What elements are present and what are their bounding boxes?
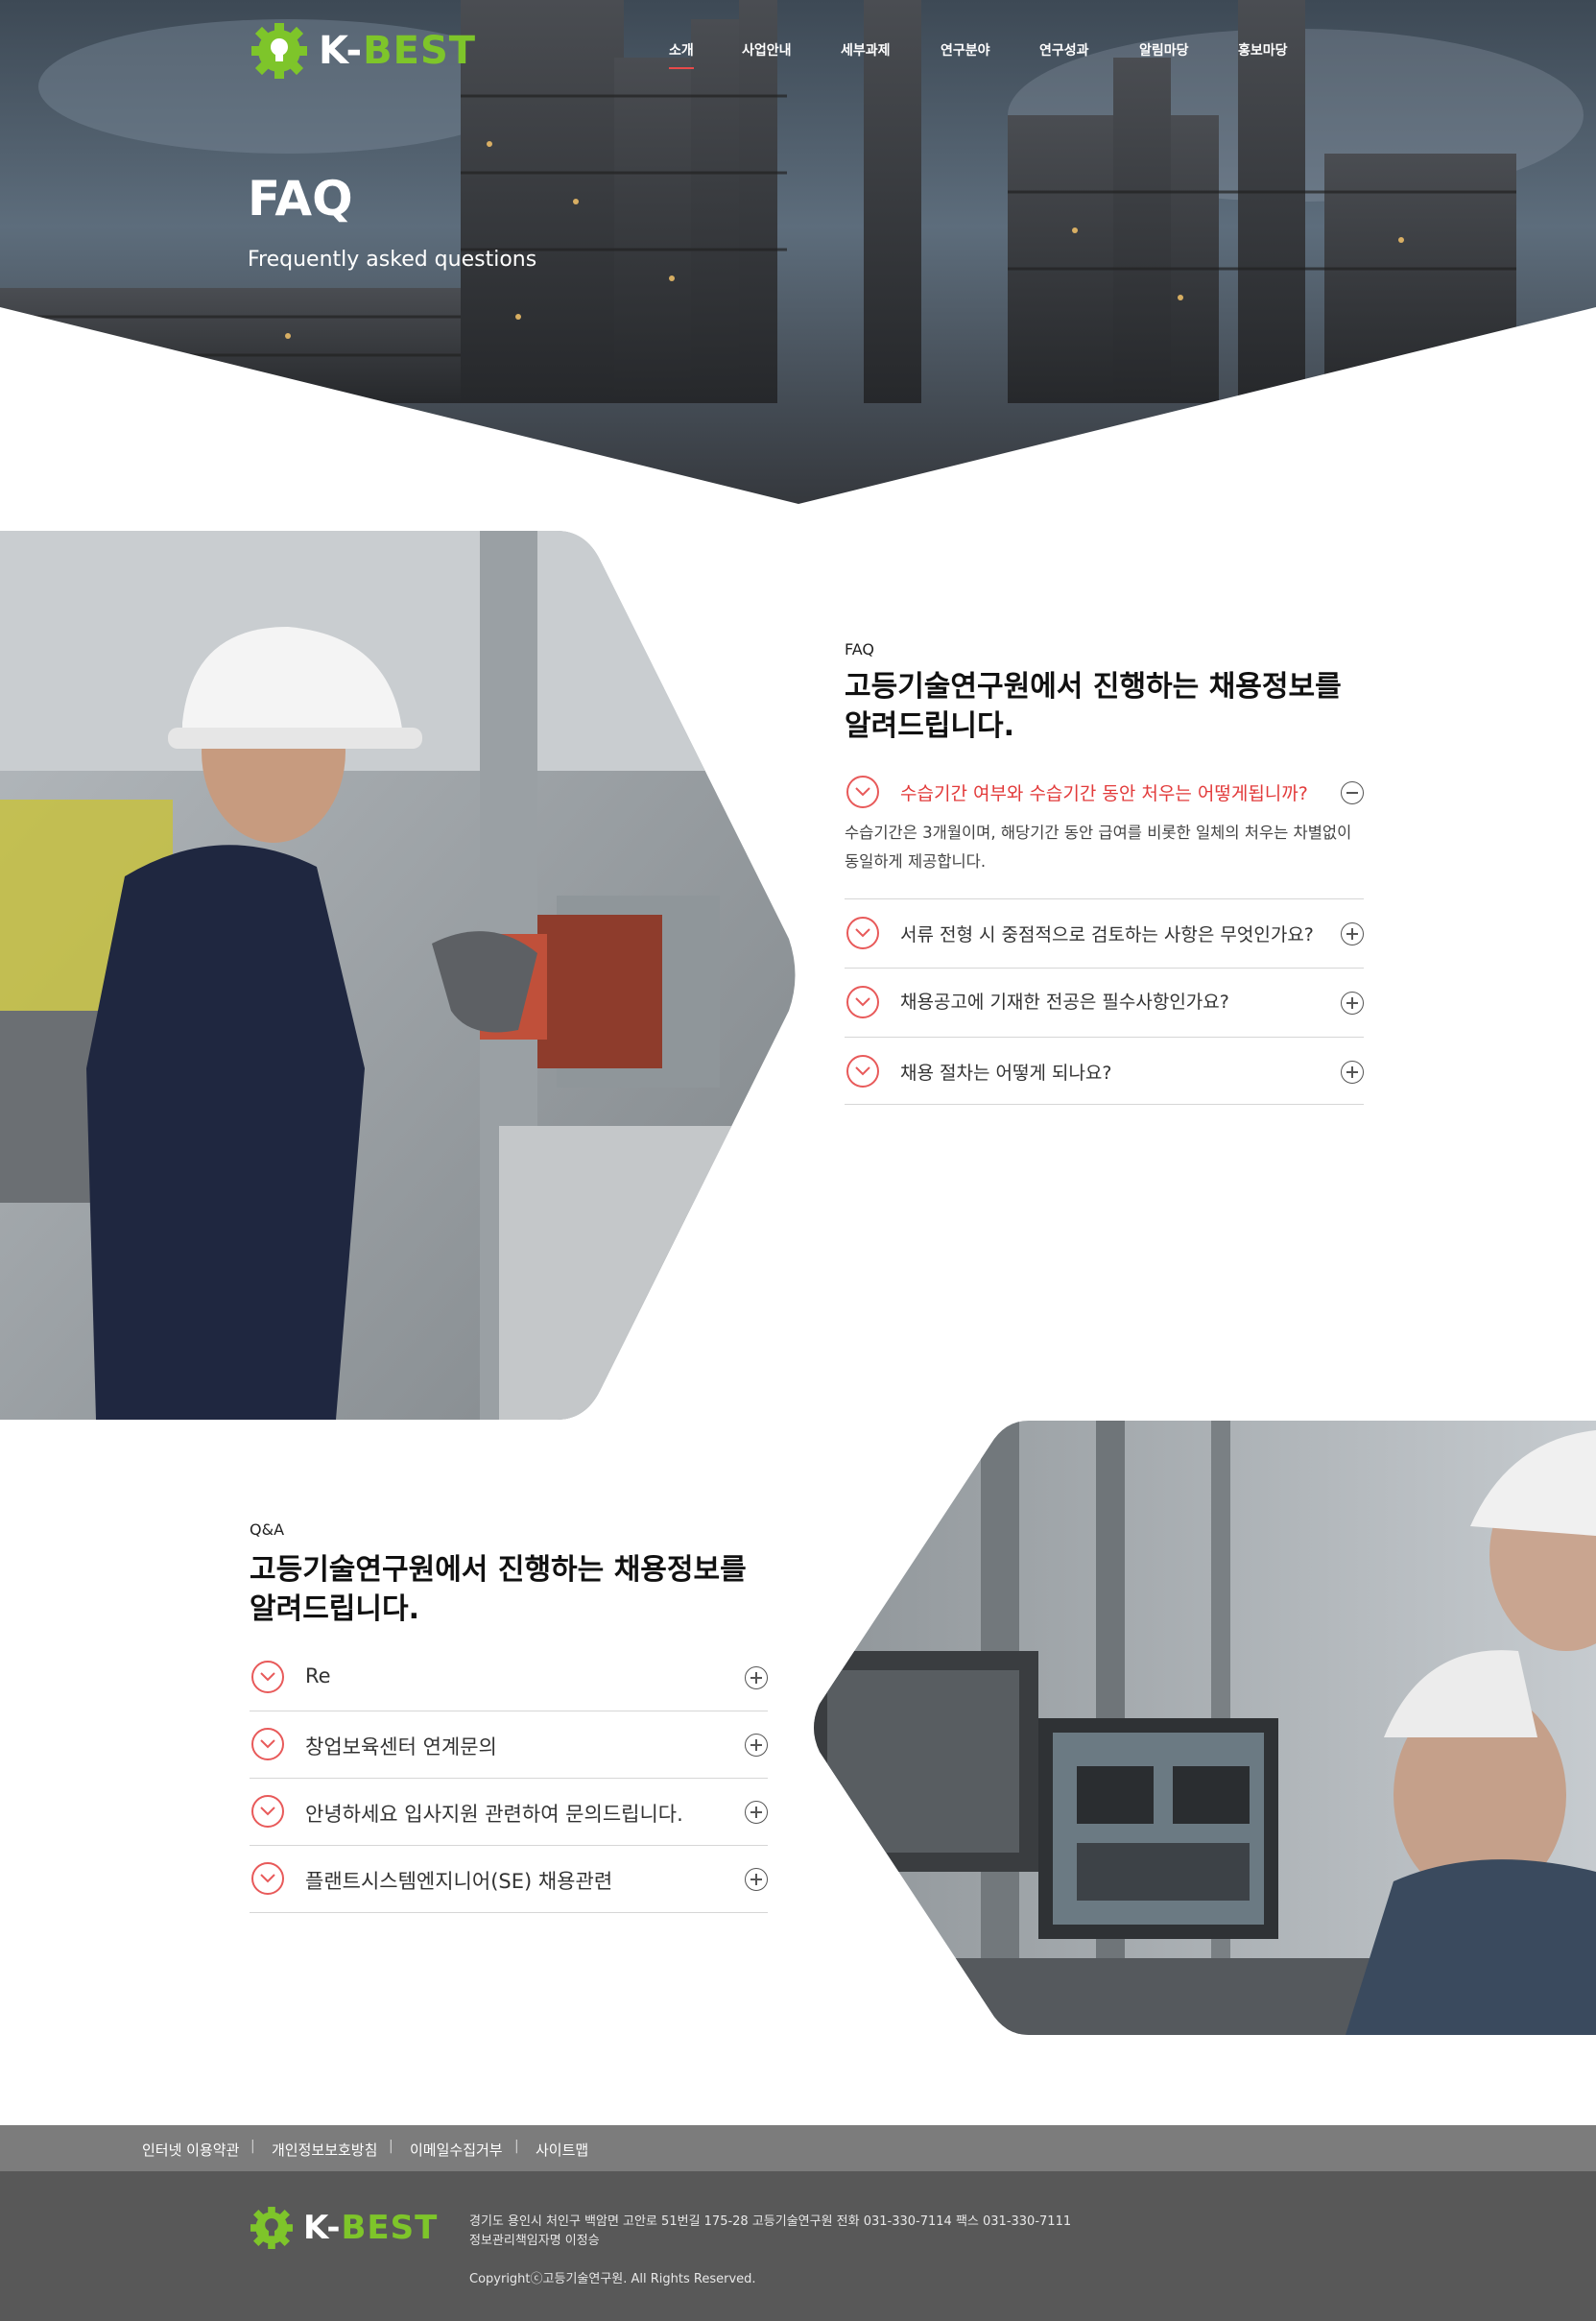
faq-accordion: 수습기간 여부와 수습기간 동안 처우는 어떻게됩니까? 수습기간은 3개월이며… [845, 768, 1364, 1105]
footer-link-email-refusal[interactable]: 이메일수집거부 [410, 2140, 503, 2160]
collapse-minus-icon[interactable] [1341, 781, 1364, 804]
nav-item-research-results[interactable]: 연구성과 [1039, 40, 1089, 60]
faq-question-2: 서류 전형 시 중점적으로 검토하는 사항은 무엇인가요? [900, 924, 1314, 945]
qna-question-3: 안녕하세요 입사지원 관련하여 문의드립니다. [305, 1803, 683, 1826]
footer-privacy-officer: 정보관리책임자명 이정승 [469, 2234, 600, 2248]
faq-item-1[interactable]: 수습기간 여부와 수습기간 동안 처우는 어떻게됩니까? 수습기간은 3개월이며… [845, 768, 1364, 899]
qna-item-1[interactable]: Re [250, 1644, 768, 1711]
control-room-photo [814, 1421, 1596, 2035]
chevron-down-icon [846, 917, 879, 949]
faq-answer-1-line2: 동일하게 제공합니다. [845, 852, 987, 871]
qna-item-4[interactable]: 플랜트시스템엔지니어(SE) 채용관련 [250, 1846, 768, 1913]
nav-item-research-fields[interactable]: 연구분야 [941, 40, 990, 60]
footer-copyright: Copyrightⓒ고등기술연구원. All Rights Reserved. [469, 2272, 756, 2286]
footer-link-terms[interactable]: 인터넷 이용약관 [142, 2140, 239, 2160]
faq-eyebrow: FAQ [845, 640, 874, 658]
qna-heading-line2: 알려드립니다. [250, 1592, 419, 1626]
faq-item-3[interactable]: 채용공고에 기재한 전공은 필수사항인가요? [845, 969, 1364, 1038]
faq-heading: 고등기술연구원에서 진행하는 채용정보를 알려드립니다. [845, 667, 1342, 746]
faq-question-1: 수습기간 여부와 수습기간 동안 처우는 어떻게됩니까? [900, 783, 1308, 804]
nav-item-business[interactable]: 사업안내 [742, 40, 792, 60]
footer-logo[interactable]: K-BEST [248, 2205, 438, 2251]
faq-answer-1-line1: 수습기간은 3개월이며, 해당기간 동안 급여를 비롯한 일체의 처우는 차별없… [845, 824, 1352, 842]
footer-separator: | [250, 2139, 255, 2154]
chevron-down-icon [251, 1795, 284, 1828]
nav-item-intro[interactable]: 소개 [669, 40, 694, 69]
footer-separator: | [514, 2139, 519, 2154]
nav-item-tasks[interactable]: 세부과제 [841, 40, 891, 60]
faq-question-3: 채용공고에 기재한 전공은 필수사항인가요? [900, 992, 1229, 1013]
nav-item-pr[interactable]: 홍보마당 [1238, 40, 1288, 60]
qna-list: Re 창업보육센터 연계문의 안녕하세요 입사지원 관련하여 문의드립니다. 플… [250, 1644, 768, 1913]
footer-link-privacy[interactable]: 개인정보보호방침 [272, 2140, 377, 2160]
faq-item-2[interactable]: 서류 전형 시 중점적으로 검토하는 사항은 무엇인가요? [845, 899, 1364, 969]
qna-heading-line1: 고등기술연구원에서 진행하는 채용정보를 [250, 1553, 747, 1587]
qna-question-1: Re [305, 1664, 331, 1687]
faq-answer-1: 수습기간은 3개월이며, 해당기간 동안 급여를 비롯한 일체의 처우는 차별없… [845, 819, 1351, 876]
expand-plus-icon[interactable] [1341, 922, 1364, 945]
qna-item-2[interactable]: 창업보육센터 연계문의 [250, 1711, 768, 1779]
chevron-down-icon [251, 1728, 284, 1760]
footer-logo-wordmark: K-BEST [303, 2209, 439, 2247]
faq-item-4[interactable]: 채용 절차는 어떻게 되나요? [845, 1038, 1364, 1105]
qna-question-4: 플랜트시스템엔지니어(SE) 채용관련 [305, 1870, 613, 1893]
expand-plus-icon[interactable] [1341, 992, 1364, 1015]
expand-plus-icon[interactable] [1341, 1061, 1364, 1084]
qna-heading: 고등기술연구원에서 진행하는 채용정보를 알려드립니다. [250, 1550, 747, 1629]
qna-item-3[interactable]: 안녕하세요 입사지원 관련하여 문의드립니다. [250, 1779, 768, 1846]
page-title: FAQ [248, 171, 353, 227]
expand-plus-icon[interactable] [745, 1868, 768, 1891]
footer-links-bar: 인터넷 이용약관 | 개인정보보호방침 | 이메일수집거부 | 사이트맵 [0, 2125, 1596, 2171]
footer-link-sitemap[interactable]: 사이트맵 [536, 2140, 588, 2160]
faq-heading-line1: 고등기술연구원에서 진행하는 채용정보를 [845, 670, 1342, 704]
worker-photo [0, 531, 796, 1420]
footer-address: 경기도 용인시 처인구 백암면 고안로 51번길 175-28 고등기술연구원 … [469, 2214, 1072, 2229]
footer-separator: | [389, 2139, 393, 2154]
gear-bulb-icon [250, 2207, 293, 2249]
expand-plus-icon[interactable] [745, 1666, 768, 1689]
nav-item-notices[interactable]: 알림마당 [1139, 40, 1189, 60]
chevron-down-icon [846, 986, 879, 1018]
qna-eyebrow: Q&A [250, 1520, 285, 1539]
footer [0, 2171, 1596, 2321]
expand-plus-icon[interactable] [745, 1801, 768, 1824]
hero-bottom-chevron-mask [0, 307, 1596, 504]
page: K-BEST 소개 사업안내 세부과제 연구분야 연구성과 알림마당 홍보마당 … [0, 0, 1596, 2321]
hero-banner: K-BEST 소개 사업안내 세부과제 연구분야 연구성과 알림마당 홍보마당 … [0, 0, 1596, 504]
main-navigation: 소개 사업안내 세부과제 연구분야 연구성과 알림마당 홍보마당 [0, 40, 1596, 69]
expand-plus-icon[interactable] [745, 1734, 768, 1757]
faq-heading-line2: 알려드립니다. [845, 709, 1014, 743]
page-subtitle: Frequently asked questions [248, 248, 537, 272]
chevron-down-icon [846, 776, 879, 808]
chevron-down-icon [251, 1862, 284, 1895]
chevron-down-icon [251, 1661, 284, 1693]
qna-question-2: 창업보육센터 연계문의 [305, 1735, 497, 1759]
chevron-down-icon [846, 1055, 879, 1088]
faq-question-4: 채용 절차는 어떻게 되나요? [900, 1063, 1112, 1084]
